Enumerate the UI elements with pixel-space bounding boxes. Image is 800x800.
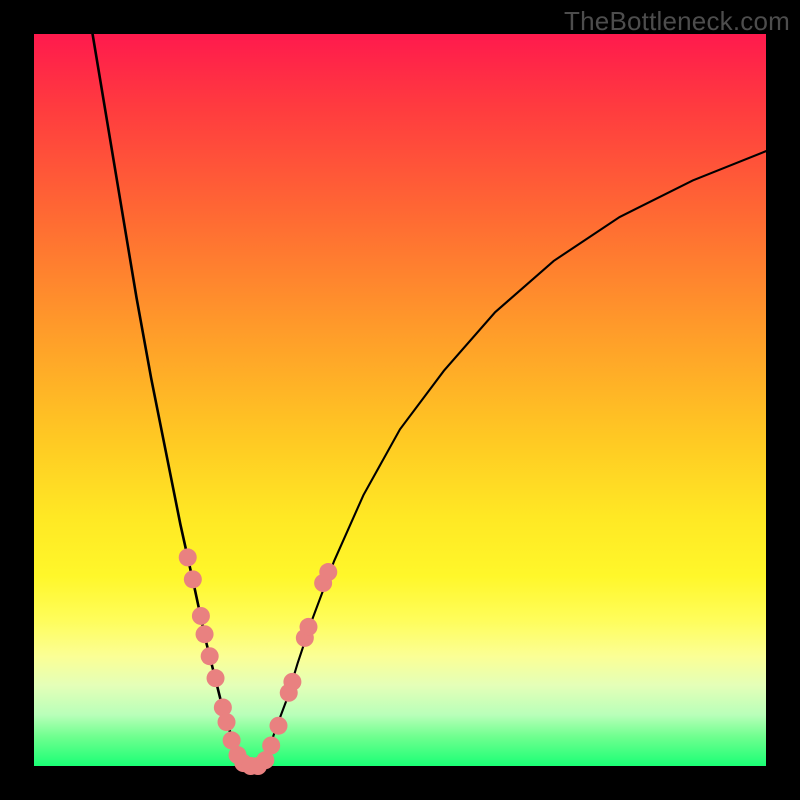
chart-svg <box>34 34 766 766</box>
chart-frame: TheBottleneck.com <box>0 0 800 800</box>
marker-dot <box>196 625 214 643</box>
curve-right <box>262 151 766 766</box>
marker-dots <box>179 548 338 775</box>
plot-area <box>34 34 766 766</box>
marker-dot <box>184 570 202 588</box>
marker-dot <box>262 737 280 755</box>
marker-dot <box>201 647 219 665</box>
marker-dot <box>179 548 197 566</box>
marker-dot <box>283 673 301 691</box>
marker-dot <box>207 669 225 687</box>
marker-dot <box>192 607 210 625</box>
marker-dot <box>218 713 236 731</box>
watermark-text: TheBottleneck.com <box>564 6 790 37</box>
curve-left <box>93 34 245 766</box>
marker-dot <box>300 618 318 636</box>
marker-dot <box>269 717 287 735</box>
marker-dot <box>319 563 337 581</box>
